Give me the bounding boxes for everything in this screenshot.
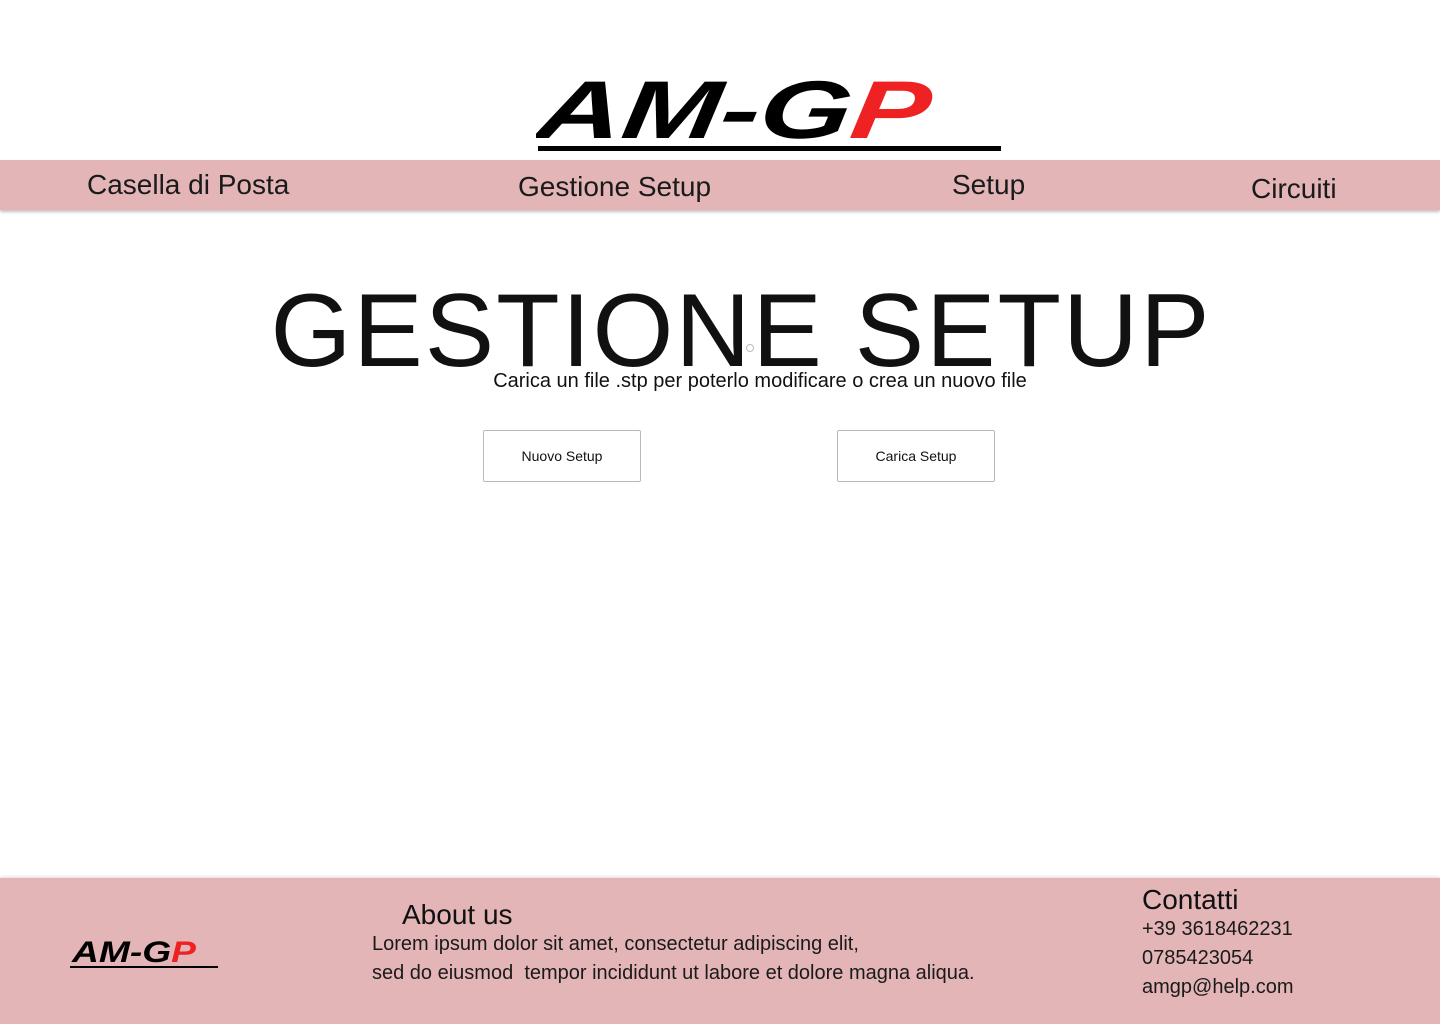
contacts-title: Contatti	[1142, 884, 1239, 915]
contact-email-link[interactable]: amgp@help.com	[1142, 974, 1293, 1000]
page-subtitle: Carica un file .stp per poterlo modifica…	[493, 370, 1027, 392]
contact-phone-landline[interactable]: 0785423054	[1142, 945, 1253, 971]
about-us-text-line-1: Lorem ipsum dolor sit amet, consectetur …	[372, 933, 859, 955]
contact-phone-mobile[interactable]: +39 3618462231	[1142, 916, 1293, 942]
brand-logo[interactable]: AM-G P	[536, 70, 1004, 156]
about-us-text-line-2: sed do eiusmod tempor incididunt ut labo…	[372, 962, 975, 984]
footer-logo[interactable]: AM-G P	[68, 934, 220, 970]
about-us-title: About us	[402, 899, 513, 930]
nav-item-setup[interactable]: Setup	[952, 169, 1025, 201]
svg-text:AM-GP: AM-G P	[71, 936, 197, 969]
logo-underline	[538, 146, 1001, 151]
footer-logo-underline	[70, 966, 218, 968]
svg-text:AM-GP: AM-G P	[536, 70, 938, 156]
nav-item-gestione-setup[interactable]: Gestione Setup	[518, 171, 711, 203]
logo-text-red: P	[845, 70, 938, 156]
logo-text-black: AM-G	[536, 70, 858, 156]
radio-dot-icon	[746, 344, 754, 352]
new-setup-button[interactable]: Nuovo Setup	[483, 430, 641, 482]
footer-logo-text-red: P	[171, 936, 197, 969]
load-setup-button[interactable]: Carica Setup	[837, 430, 995, 482]
main-navbar: Casella di Posta Gestione Setup Setup Ci…	[0, 160, 1440, 210]
footer-logo-text-black: AM-G	[71, 936, 171, 969]
nav-item-casella-di-posta[interactable]: Casella di Posta	[87, 169, 289, 201]
nav-item-circuiti[interactable]: Circuiti	[1251, 173, 1337, 205]
